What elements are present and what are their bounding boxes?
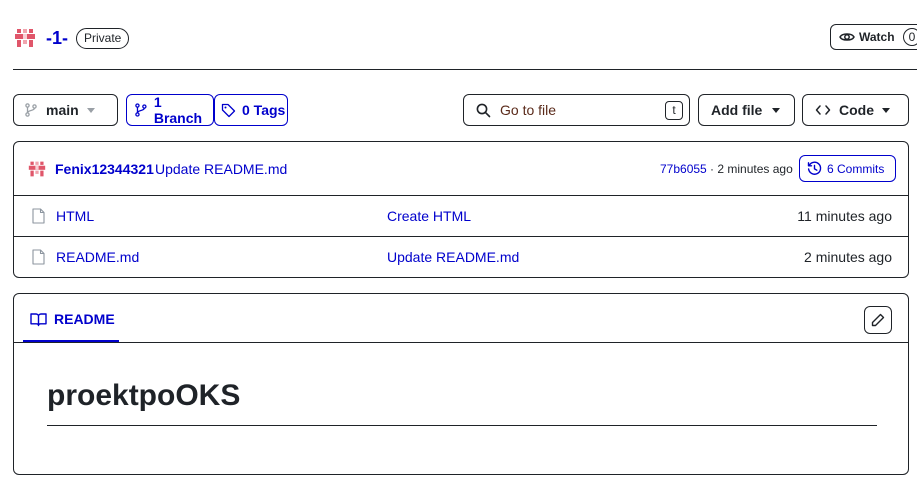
commit-message-link[interactable]: Update README.md — [155, 161, 287, 177]
chevron-down-icon — [772, 107, 781, 113]
latest-commit-row: Fenix12344321 Update README.md 77b6055 ·… — [14, 142, 908, 195]
readme-divider — [14, 342, 908, 343]
code-button[interactable]: Code — [802, 94, 909, 126]
branch-icon — [25, 103, 37, 117]
tags-label: 0 Tags — [242, 102, 286, 118]
identicon-avatar[interactable] — [14, 27, 36, 49]
readme-heading: proektpoOKS — [47, 379, 241, 412]
commit-meta: 77b6055 · 2 minutes ago — [660, 162, 793, 176]
branch-icon — [135, 103, 147, 117]
watch-label: Watch — [859, 30, 895, 44]
readme-tab-label: README — [54, 311, 115, 327]
header-divider — [13, 69, 917, 70]
file-commit-link[interactable]: Create HTML — [387, 208, 471, 224]
readme-tab[interactable]: README — [30, 311, 115, 327]
file-time: 2 minutes ago — [804, 249, 892, 265]
add-file-button[interactable]: Add file — [698, 94, 795, 126]
tag-icon — [221, 103, 236, 117]
watch-button[interactable]: Watch 0 — [830, 24, 917, 50]
commit-sha-link[interactable]: 77b6055 — [660, 162, 707, 176]
code-icon — [815, 105, 831, 115]
watch-count: 0 — [902, 28, 917, 46]
repo-name-link[interactable]: -1- — [46, 28, 68, 49]
branches-button[interactable]: 1 Branch — [126, 94, 214, 126]
commits-button[interactable]: 6 Commits — [799, 155, 896, 182]
file-icon — [32, 208, 45, 224]
heading-rule — [47, 425, 877, 426]
shortcut-key: t — [665, 101, 683, 120]
go-to-file-input[interactable]: Go to file t — [463, 94, 690, 126]
file-name-link[interactable]: HTML — [56, 208, 94, 224]
branches-label: 1 Branch — [153, 94, 203, 126]
add-file-label: Add file — [711, 102, 763, 118]
chevron-down-icon — [882, 107, 890, 113]
table-row[interactable]: README.md Update README.md 2 minutes ago — [14, 237, 908, 277]
eye-icon — [839, 33, 855, 41]
book-icon — [30, 312, 47, 326]
visibility-badge: Private — [76, 28, 130, 49]
table-row[interactable]: HTML Create HTML 11 minutes ago — [14, 196, 908, 236]
edit-readme-button[interactable] — [864, 306, 892, 334]
branch-selector[interactable]: main — [13, 94, 118, 126]
chevron-down-icon — [86, 107, 95, 113]
branch-name: main — [46, 102, 79, 118]
tags-button[interactable]: 0 Tags — [214, 94, 288, 126]
identicon-avatar[interactable] — [28, 160, 46, 178]
repo-header: -1- Private Watch 0 — [0, 0, 917, 70]
readme-panel: README proektpoOKS — [13, 293, 909, 475]
go-to-file-placeholder: Go to file — [500, 102, 557, 118]
commits-label: 6 Commits — [827, 161, 885, 176]
file-time: 11 minutes ago — [797, 208, 892, 224]
file-commit-link[interactable]: Update README.md — [387, 249, 519, 265]
search-icon — [476, 103, 491, 117]
commit-time: · 2 minutes ago — [706, 162, 793, 176]
commit-author-link[interactable]: Fenix12344321 — [55, 161, 154, 177]
file-icon — [32, 249, 45, 265]
pencil-icon — [871, 313, 885, 327]
code-label: Code — [839, 102, 874, 118]
history-icon — [807, 161, 822, 175]
file-name-link[interactable]: README.md — [56, 249, 139, 265]
